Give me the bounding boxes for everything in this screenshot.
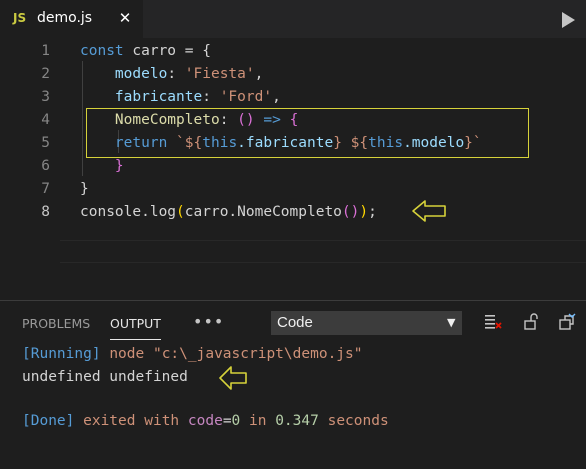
code-token: modelo (114, 66, 168, 82)
output-token (101, 346, 110, 362)
code-line: 7} (0, 178, 586, 201)
code-token: const (80, 43, 124, 59)
code-token: } (80, 181, 89, 197)
code-token: } (114, 158, 124, 174)
current-line-highlight (60, 240, 586, 263)
code-text: const carro = { (80, 40, 211, 63)
code-text: console.log(carro.NomeCompleto()); (80, 201, 377, 224)
output-channel-select[interactable]: Code ▼ (271, 311, 462, 335)
output-token (144, 346, 153, 362)
line-number: 7 (41, 181, 50, 197)
active-tab-indicator (110, 339, 161, 340)
code-line: 1 const carro = { (0, 40, 586, 63)
line-number: 2 (41, 66, 50, 82)
code-token: : (167, 66, 185, 82)
tab-problems[interactable]: PROBLEMS (22, 316, 90, 331)
close-icon[interactable]: ✕ (117, 9, 133, 27)
output-token: code (187, 413, 223, 429)
output-line: [Done] exited with code=0 in 0.347 secon… (22, 410, 389, 432)
run-icon[interactable] (560, 11, 576, 29)
js-file-icon: JS (13, 11, 27, 25)
output-token: undefined undefined (22, 369, 188, 385)
code-token: 'Ford' (219, 89, 273, 105)
code-text: } (80, 178, 89, 201)
code-token: : (202, 89, 220, 105)
output-token: 0 (231, 413, 241, 429)
code-text: } (80, 155, 124, 178)
editor-tab-bar: JS demo.js ✕ (0, 0, 586, 38)
output-token: exited with (74, 413, 188, 429)
highlight-box (86, 108, 529, 158)
maximize-panel-icon[interactable] (557, 312, 577, 332)
code-token: , (254, 66, 264, 82)
output-line: undefined undefined (22, 366, 188, 388)
code-line: 8 console.log(carro.NomeCompleto()); (0, 201, 586, 224)
code-line: 6 } (0, 155, 586, 178)
tab-demo-js[interactable]: JS demo.js ✕ (0, 0, 143, 38)
line-number: 1 (41, 43, 50, 59)
code-token: ; (368, 204, 377, 220)
clear-output-icon[interactable] (483, 312, 503, 332)
line-number: 4 (41, 112, 50, 128)
code-token: carro = { (123, 43, 211, 59)
code-editor[interactable]: 1 const carro = { 2 modelo: 'Fiesta', 3 f… (0, 38, 586, 300)
lock-scroll-icon[interactable] (521, 312, 541, 332)
arrow-left-icon (412, 200, 446, 222)
output-token: [Running] (22, 346, 101, 362)
output-token: [Done] (22, 413, 75, 429)
code-token: . (141, 204, 150, 220)
output-token: in (240, 413, 276, 429)
code-token: fabricante (114, 89, 203, 105)
code-token: log (149, 204, 177, 220)
output-token: "c:\_javascript\demo.js" (152, 346, 363, 362)
more-actions-icon[interactable]: ••• (193, 312, 224, 331)
line-number: 3 (41, 89, 50, 105)
arrow-left-icon (219, 366, 247, 390)
tab-output[interactable]: OUTPUT (110, 316, 161, 331)
output-token: node (109, 346, 145, 362)
code-token: carro.NomeCompleto (184, 204, 342, 220)
code-token: ) (359, 204, 369, 220)
line-number: 6 (41, 158, 50, 174)
output-token: 0.347 (275, 413, 319, 429)
code-token: ( (176, 204, 185, 220)
output-token: seconds (318, 413, 389, 429)
output-line: [Running] node "c:\_javascript\demo.js" (22, 343, 362, 365)
chevron-down-icon: ▼ (447, 316, 456, 329)
tab-filename: demo.js (37, 10, 93, 26)
code-token: 'Fiesta' (184, 66, 255, 82)
code-line: 2 modelo: 'Fiesta', (0, 63, 586, 86)
code-token: , (272, 89, 281, 105)
code-text: fabricante: 'Ford', (80, 86, 281, 109)
output-channel-value: Code (277, 314, 313, 331)
line-number: 5 (41, 135, 50, 151)
code-token: console (80, 204, 142, 220)
bottom-panel: PROBLEMS OUTPUT ••• Code ▼ [Running] nod… (0, 300, 586, 469)
output-token: = (222, 413, 232, 429)
line-number-active: 8 (41, 204, 50, 220)
code-text: modelo: 'Fiesta', (80, 63, 263, 86)
code-line: 3 fabricante: 'Ford', (0, 86, 586, 109)
code-token: () (341, 204, 360, 220)
